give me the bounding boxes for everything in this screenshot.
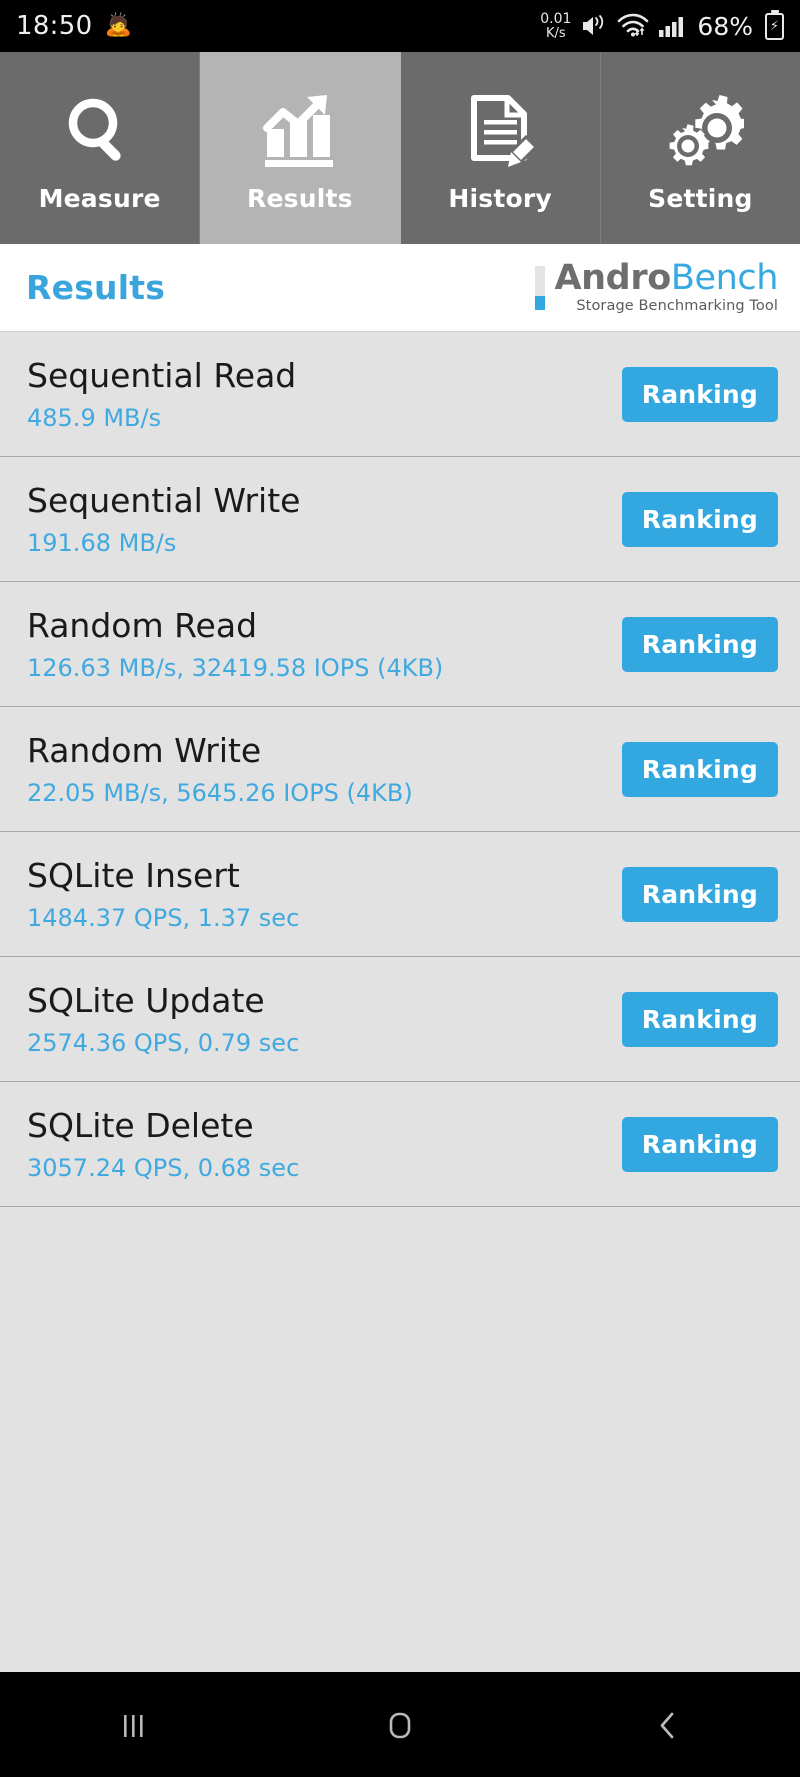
status-bar-left: 18:50 🙇 bbox=[16, 11, 132, 41]
ranking-button[interactable]: Ranking bbox=[621, 741, 778, 797]
logo-name-bench: Bench bbox=[670, 258, 779, 299]
phone-screen: 18:50 🙇 0.01 K/s 68% ⚡ Measure Results H… bbox=[0, 0, 800, 1777]
ranking-button[interactable]: Ranking bbox=[621, 616, 778, 672]
result-title: SQLite Insert bbox=[27, 856, 240, 895]
result-value: 3057.24 QPS, 0.68 sec bbox=[27, 1154, 300, 1182]
ranking-button[interactable]: Ranking bbox=[621, 991, 778, 1047]
result-title: Random Read bbox=[27, 606, 258, 645]
table-row[interactable]: Sequential Read 485.9 MB/s Ranking bbox=[0, 332, 800, 457]
home-icon[interactable] bbox=[325, 1672, 475, 1777]
main-tab-bar: Measure Results History Setting bbox=[0, 52, 800, 244]
logo-text: AndroBench Storage Benchmarking Tool bbox=[554, 258, 779, 314]
status-bar-clock: 18:50 bbox=[16, 11, 93, 41]
tab-measure-label: Measure bbox=[38, 183, 161, 213]
results-list: Sequential Read 485.9 MB/s Ranking Seque… bbox=[0, 332, 800, 1672]
tab-history-label: History bbox=[448, 183, 552, 213]
cellular-signal-icon bbox=[658, 13, 688, 39]
recents-icon[interactable] bbox=[58, 1672, 208, 1777]
result-title: SQLite Delete bbox=[27, 1106, 254, 1145]
magnifier-icon bbox=[58, 84, 142, 180]
logo-subtitle: Storage Benchmarking Tool bbox=[576, 297, 778, 314]
page-header: Results AndroBench Storage Benchmarking … bbox=[0, 244, 800, 332]
tab-results-label: Results bbox=[247, 183, 353, 213]
result-info: SQLite Insert 1484.37 QPS, 1.37 sec bbox=[27, 856, 299, 932]
volume-mute-icon bbox=[580, 13, 608, 39]
result-title: SQLite Update bbox=[27, 981, 265, 1020]
result-value: 1484.37 QPS, 1.37 sec bbox=[27, 904, 300, 932]
network-speed-indicator: 0.01 K/s bbox=[540, 12, 571, 40]
wifi-icon bbox=[617, 13, 649, 39]
logo-name-andro: Andro bbox=[554, 258, 671, 299]
battery-charging-icon: ⚡ bbox=[765, 9, 784, 40]
result-title: Sequential Read bbox=[27, 356, 297, 395]
status-bar-right: 0.01 K/s 68% ⚡ bbox=[540, 9, 784, 41]
result-value: 485.9 MB/s bbox=[27, 404, 162, 432]
page-title: Results bbox=[26, 268, 166, 307]
ranking-button[interactable]: Ranking bbox=[621, 866, 778, 922]
back-icon[interactable] bbox=[592, 1672, 742, 1777]
ranking-button[interactable]: Ranking bbox=[621, 491, 778, 547]
result-value: 22.05 MB/s, 5645.26 IOPS (4KB) bbox=[27, 779, 413, 807]
logo-bar-icon bbox=[535, 265, 546, 310]
table-row[interactable]: SQLite Insert 1484.37 QPS, 1.37 sec Rank… bbox=[0, 832, 800, 957]
result-info: Random Write 22.05 MB/s, 5645.26 IOPS (4… bbox=[27, 731, 413, 807]
network-speed-unit: K/s bbox=[545, 25, 566, 41]
bar-chart-trend-icon bbox=[257, 84, 343, 180]
status-bar: 18:50 🙇 0.01 K/s 68% ⚡ bbox=[0, 0, 800, 52]
tab-setting-label: Setting bbox=[648, 183, 753, 213]
network-speed-value: 0.01 bbox=[540, 11, 572, 28]
notification-emoji-icon: 🙇 bbox=[104, 13, 132, 38]
result-info: SQLite Delete 3057.24 QPS, 0.68 sec bbox=[27, 1106, 299, 1182]
result-info: SQLite Update 2574.36 QPS, 0.79 sec bbox=[27, 981, 299, 1057]
androbench-logo: AndroBench Storage Benchmarking Tool bbox=[535, 258, 779, 314]
battery-percent-label: 68% bbox=[697, 11, 753, 41]
result-value: 191.68 MB/s bbox=[27, 529, 177, 557]
logo-name: AndroBench bbox=[554, 258, 779, 299]
table-row[interactable]: SQLite Delete 3057.24 QPS, 0.68 sec Rank… bbox=[0, 1082, 800, 1207]
ranking-button[interactable]: Ranking bbox=[621, 366, 778, 422]
tab-measure[interactable]: Measure bbox=[0, 52, 201, 244]
result-info: Sequential Write 191.68 MB/s bbox=[27, 481, 300, 557]
tab-history[interactable]: History bbox=[400, 52, 601, 244]
result-value: 2574.36 QPS, 0.79 sec bbox=[27, 1029, 300, 1057]
table-row[interactable]: Random Read 126.63 MB/s, 32419.58 IOPS (… bbox=[0, 582, 800, 707]
result-value: 126.63 MB/s, 32419.58 IOPS (4KB) bbox=[27, 654, 444, 682]
result-info: Sequential Read 485.9 MB/s bbox=[27, 356, 296, 432]
tab-setting[interactable]: Setting bbox=[600, 52, 800, 244]
table-row[interactable]: Random Write 22.05 MB/s, 5645.26 IOPS (4… bbox=[0, 707, 800, 832]
document-pencil-icon bbox=[458, 84, 542, 180]
result-title: Sequential Write bbox=[27, 481, 301, 520]
result-info: Random Read 126.63 MB/s, 32419.58 IOPS (… bbox=[27, 606, 443, 682]
tab-results[interactable]: Results bbox=[200, 52, 401, 244]
table-row[interactable]: SQLite Update 2574.36 QPS, 0.79 sec Rank… bbox=[0, 957, 800, 1082]
gears-icon bbox=[656, 84, 745, 180]
result-title: Random Write bbox=[27, 731, 262, 770]
android-navigation-bar bbox=[0, 1672, 800, 1777]
ranking-button[interactable]: Ranking bbox=[621, 1116, 778, 1172]
table-row[interactable]: Sequential Write 191.68 MB/s Ranking bbox=[0, 457, 800, 582]
